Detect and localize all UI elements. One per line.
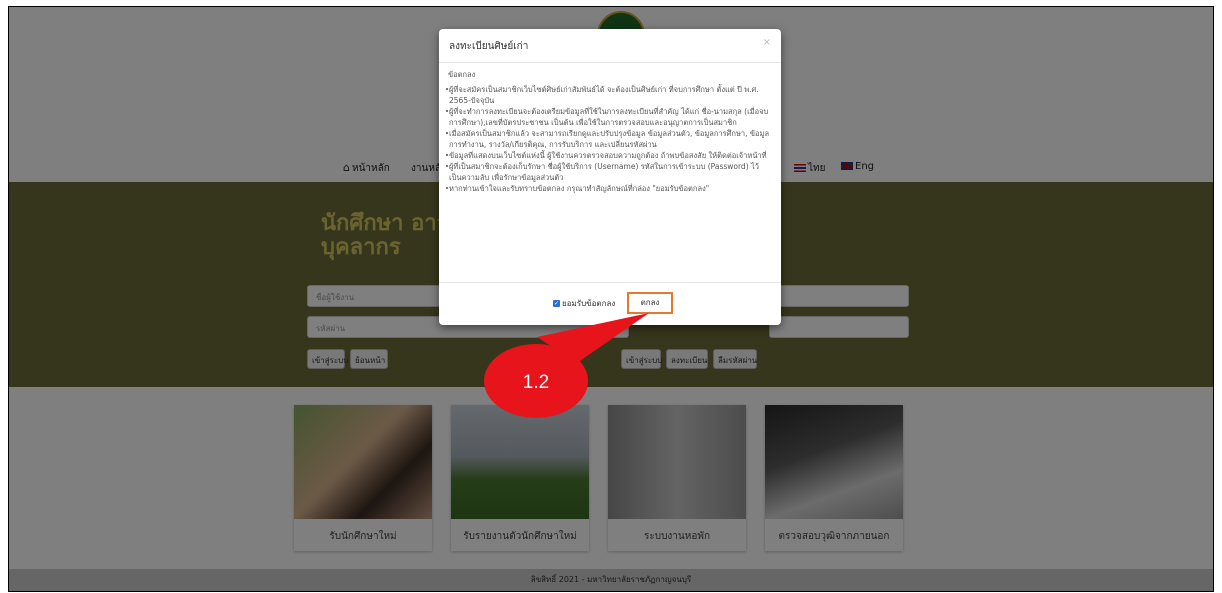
callout-label: 1.2 [523,372,549,393]
step-callout: 1.2 [484,313,649,418]
browser-viewport: ⌂หน้าหลัก งานหลั ไทย Eng นักศึกษา อาจา บ… [8,6,1214,592]
